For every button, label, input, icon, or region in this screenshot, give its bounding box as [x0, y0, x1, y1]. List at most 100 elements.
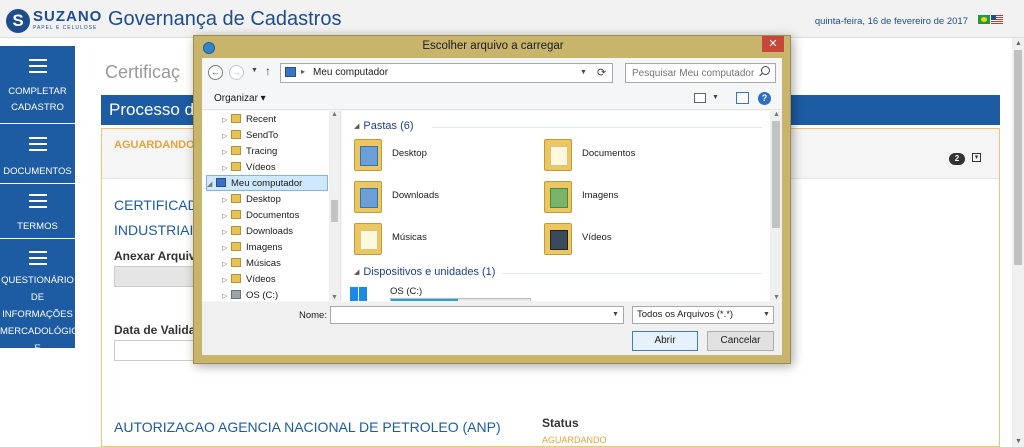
tree-item-desktop[interactable]: ▷ Desktop: [222, 192, 281, 208]
scroll-up-icon[interactable]: ▲: [331, 111, 338, 118]
logo-subtitle: PAPEL E CELULOSE: [33, 25, 98, 31]
file-type-select[interactable]: Todos os Arquivos (*.*): [632, 306, 774, 324]
nav-scroll-thumb[interactable]: [331, 200, 338, 222]
tree-item-videos[interactable]: ▷ Vídeos: [222, 160, 276, 176]
scroll-up-icon[interactable]: ▲: [773, 111, 780, 118]
attach-file-input[interactable]: [114, 266, 204, 287]
tree-item-label: OS (C:): [246, 290, 279, 301]
chevron-down-icon[interactable]: ▼: [712, 94, 719, 101]
search-icon[interactable]: [761, 66, 770, 75]
page-scrollbar[interactable]: ▲ ▼: [1012, 38, 1024, 447]
folder-musicas[interactable]: Músicas: [354, 223, 514, 259]
tree-item-meu-computador[interactable]: ◢ Meu computador: [206, 175, 328, 191]
page-scroll-thumb[interactable]: [1014, 50, 1022, 265]
tree-item-os-c[interactable]: ▷ OS (C:): [222, 288, 278, 301]
scroll-down-icon[interactable]: ▼: [1015, 438, 1022, 445]
folder-name: Imagens: [582, 190, 619, 201]
sidebar-item-documentos[interactable]: DOCUMENTOS: [0, 124, 75, 184]
count-badge: 2: [949, 153, 965, 165]
organize-button[interactable]: Organizar ▾: [214, 93, 266, 104]
folder-videos[interactable]: Vídeos: [544, 223, 704, 259]
chevron-down-icon[interactable]: ▼: [580, 69, 587, 76]
collapse-icon[interactable]: ▾: [972, 153, 981, 162]
tree-item-tracing[interactable]: ▷ Tracing: [222, 144, 277, 160]
scroll-down-icon[interactable]: ▼: [331, 294, 338, 301]
collapse-tree-icon[interactable]: ◢: [207, 177, 216, 193]
forward-arrow-icon[interactable]: →: [229, 65, 244, 80]
tree-item-imagens[interactable]: ▷ Imagens: [222, 240, 282, 256]
tree-item-label: Vídeos: [246, 274, 276, 285]
sidebar-item-questionario[interactable]: QUESTIONÁRIO DE INFORMAÇÕES MERCADOLÓGIC…: [0, 239, 91, 371]
help-icon[interactable]: ?: [758, 92, 771, 105]
scroll-up-icon[interactable]: ▲: [1015, 40, 1022, 47]
navigation-scrollbar[interactable]: ▲ ▼: [329, 111, 340, 301]
sidebar-item-completar-cadastro[interactable]: COMPLETAR CADASTRO: [0, 46, 75, 124]
folder-documentos[interactable]: Documentos: [544, 139, 704, 175]
validity-date-input[interactable]: [114, 340, 204, 361]
tree-item-label: Desktop: [246, 194, 281, 205]
folder-icon: [231, 258, 241, 267]
collapse-group-icon[interactable]: ◢: [354, 123, 359, 130]
tree-item-documentos[interactable]: ▷ Documentos: [222, 208, 299, 224]
expand-icon[interactable]: ▷: [222, 113, 231, 129]
sidebar-item-termos[interactable]: TERMOS: [0, 184, 75, 239]
files-scrollbar[interactable]: ▲ ▼: [770, 111, 782, 301]
collapse-group-icon[interactable]: ◢: [354, 269, 359, 276]
videos-folder-icon: [544, 223, 572, 255]
sidebar-item-label: DOCUMENTOS: [3, 166, 72, 177]
expand-icon[interactable]: ▷: [222, 289, 231, 301]
tree-item-sendto[interactable]: ▷ SendTo: [222, 128, 278, 144]
flag-us-icon[interactable]: [991, 15, 1003, 24]
chevron-down-icon[interactable]: ▼: [612, 311, 619, 318]
preview-pane-icon[interactable]: [736, 92, 749, 104]
status-label: Status: [542, 416, 579, 430]
folder-desktop[interactable]: Desktop: [354, 139, 514, 175]
scroll-down-icon[interactable]: ▼: [773, 294, 780, 301]
tree-item-recent[interactable]: ▷ Recent: [222, 112, 276, 128]
open-button[interactable]: Abrir: [632, 331, 698, 351]
flag-br-icon[interactable]: [978, 15, 990, 24]
expand-icon[interactable]: ▷: [222, 209, 231, 225]
tree-item-downloads[interactable]: ▷ Downloads: [222, 224, 293, 240]
tree-item-musicas[interactable]: ▷ Músicas: [222, 256, 281, 272]
chevron-right-icon[interactable]: ▸: [301, 67, 305, 76]
view-options-icon[interactable]: [694, 93, 706, 103]
expand-icon[interactable]: ▷: [222, 129, 231, 145]
expand-icon[interactable]: ▷: [222, 273, 231, 289]
refresh-icon[interactable]: ⟳: [597, 66, 606, 79]
search-input[interactable]: [625, 63, 776, 83]
expand-icon[interactable]: ▷: [222, 193, 231, 209]
recent-locations-icon[interactable]: ▼: [251, 67, 258, 74]
close-button[interactable]: ✕: [762, 36, 784, 52]
drive-name[interactable]: OS (C:): [390, 286, 422, 297]
attach-file-label: Anexar Arquiv: [114, 249, 196, 263]
files-pane: ◢ Pastas (6) Desktop Documentos Downloads…: [342, 111, 782, 301]
devices-group-header[interactable]: ◢ Dispositivos e unidades (1): [354, 266, 495, 278]
expand-icon[interactable]: ▷: [222, 241, 231, 257]
tree-item-videos-2[interactable]: ▷ Vídeos: [222, 272, 276, 288]
folder-icon: [231, 114, 241, 123]
group-divider: [432, 127, 762, 128]
address-bar[interactable]: ▸ Meu computador ▼ ⟳: [280, 63, 613, 83]
folder-name: Downloads: [392, 190, 439, 201]
pictures-folder-icon: [544, 181, 572, 213]
up-arrow-icon[interactable]: ↑: [265, 64, 271, 78]
tree-item-label: Imagens: [246, 242, 283, 253]
expand-icon[interactable]: ▷: [222, 225, 231, 241]
folders-group-header[interactable]: ◢ Pastas (6): [354, 120, 414, 132]
sidebar-item-label: QUESTIONÁRIO DE INFORMAÇÕES MERCADOLÓGIC…: [0, 275, 91, 371]
tree-item-label: Documentos: [246, 210, 300, 221]
command-bar: Organizar ▾ ▼ ?: [202, 88, 782, 110]
file-name-input[interactable]: [330, 306, 624, 324]
expand-icon[interactable]: ▷: [222, 257, 231, 273]
files-scroll-thumb[interactable]: [772, 121, 780, 228]
chevron-down-icon[interactable]: ▼: [763, 311, 770, 318]
cancel-button[interactable]: Cancelar: [707, 331, 774, 351]
back-arrow-icon[interactable]: ←: [208, 65, 223, 80]
folder-icon: [231, 226, 241, 235]
folder-imagens[interactable]: Imagens: [544, 181, 704, 217]
menu-icon: [28, 194, 47, 208]
folder-downloads[interactable]: Downloads: [354, 181, 514, 217]
expand-icon[interactable]: ▷: [222, 145, 231, 161]
tree-item-label: SendTo: [246, 130, 279, 141]
